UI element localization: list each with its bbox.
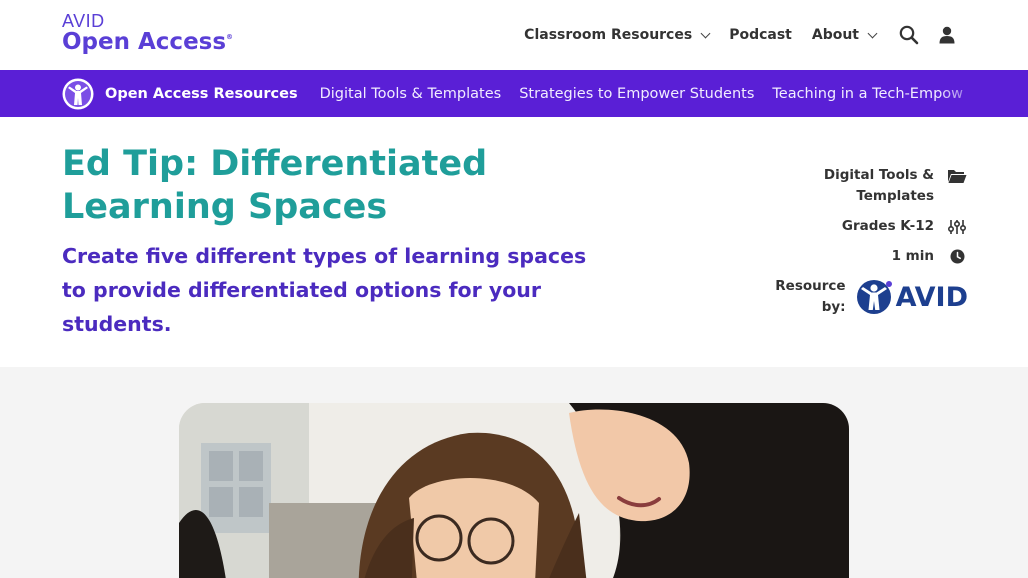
meta-grades: Grades K-12 xyxy=(648,216,968,237)
avid-logo[interactable]: AVID xyxy=(856,279,968,315)
nav-about-label: About xyxy=(811,27,859,43)
subnav-link-digital-tools[interactable]: Digital Tools & Templates xyxy=(320,86,502,102)
meta-grades-label: Grades K-12 xyxy=(841,218,934,234)
avid-logo-text: AVID xyxy=(895,281,968,313)
site-header: AVID Open Access® Classroom Resources Po… xyxy=(0,0,1028,70)
meta-resource-by: Resource by: AVID xyxy=(648,276,968,318)
sliders-icon xyxy=(948,219,966,234)
subnav-link-strategies[interactable]: Strategies to Empower Students xyxy=(519,86,754,102)
nav-classroom-resources[interactable]: Classroom Resources xyxy=(524,27,711,43)
page-title: Ed Tip: Differentiated Learning Spaces xyxy=(62,144,488,227)
resources-subnav: Open Access Resources Digital Tools & Te… xyxy=(0,70,1028,117)
folder-icon xyxy=(948,169,967,183)
nav-classroom-resources-label: Classroom Resources xyxy=(524,27,693,43)
nav-podcast-label: Podcast xyxy=(729,27,792,43)
article-hero: Ed Tip: Differentiated Learning Spaces C… xyxy=(0,117,1028,367)
meta-category-label: Digital Tools & Templates xyxy=(823,167,934,204)
chevron-down-icon xyxy=(867,28,878,38)
account-button[interactable] xyxy=(936,24,958,46)
site-logo[interactable]: AVID Open Access® xyxy=(62,12,233,54)
main-nav: Classroom Resources Podcast About xyxy=(504,24,958,46)
avid-figure-icon xyxy=(62,78,94,109)
nav-about[interactable]: About xyxy=(811,27,878,43)
avid-figure-icon xyxy=(856,280,892,314)
user-icon xyxy=(939,26,955,44)
meta-duration-label: 1 min xyxy=(891,248,934,264)
search-icon xyxy=(899,25,919,45)
search-button[interactable] xyxy=(898,24,920,46)
logo-avid-text: AVID xyxy=(62,11,105,31)
clock-icon xyxy=(950,249,964,264)
logo-registered-mark: ® xyxy=(226,33,234,41)
subnav-fade xyxy=(938,70,1028,117)
chevron-down-icon xyxy=(700,28,711,38)
article-meta: Digital Tools & Templates Grades K-12 1 … xyxy=(648,165,968,327)
featured-image xyxy=(179,403,849,578)
logo-open-access-text: Open Access® xyxy=(62,31,233,54)
page-subtitle: Create five different types of learning … xyxy=(62,244,587,336)
resource-by-label: Resource by: xyxy=(775,278,846,315)
subnav-link-teaching[interactable]: Teaching in a Tech-Empow xyxy=(772,86,963,102)
nav-podcast[interactable]: Podcast xyxy=(729,27,792,43)
subnav-title[interactable]: Open Access Resources xyxy=(105,86,298,102)
logo-open-access-label: Open Access xyxy=(62,29,227,55)
meta-category[interactable]: Digital Tools & Templates xyxy=(648,165,968,207)
meta-duration: 1 min xyxy=(648,246,968,267)
students-photo xyxy=(179,403,849,578)
